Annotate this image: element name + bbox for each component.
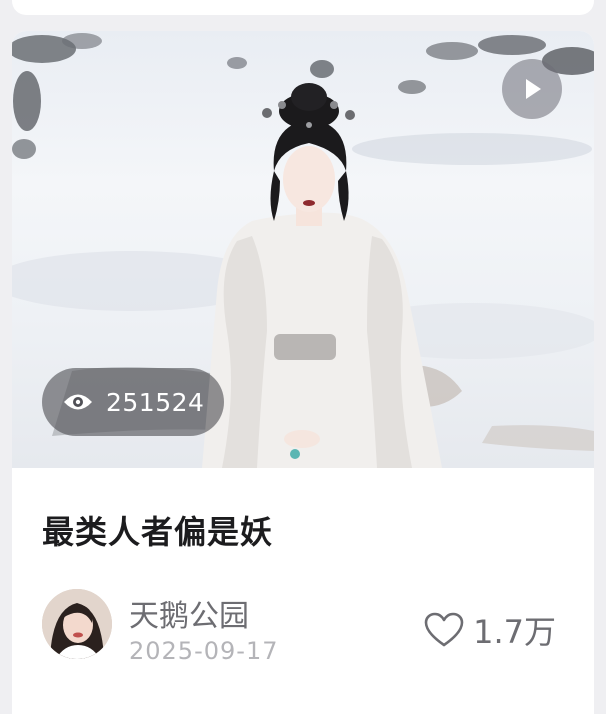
- like-count: 1.7万: [473, 613, 556, 651]
- eye-icon: [64, 394, 92, 410]
- like-button[interactable]: 1.7万: [423, 607, 556, 653]
- post-date: 2025-09-17: [129, 637, 279, 665]
- avatar-portrait: [42, 589, 112, 659]
- author-name[interactable]: 天鹅公园: [129, 591, 249, 635]
- post-title[interactable]: 最类人者偏是妖: [42, 507, 273, 553]
- author-avatar[interactable]: [42, 589, 112, 659]
- play-button[interactable]: [502, 59, 562, 119]
- view-count: 251524: [106, 387, 205, 417]
- play-icon: [526, 79, 541, 99]
- view-count-badge: 251524: [42, 368, 225, 436]
- video-post-card[interactable]: 251524 最类人者偏是妖 天鹅公园 2025-09-17 1.7万: [12, 31, 594, 714]
- previous-card[interactable]: [12, 0, 594, 15]
- video-cover-image[interactable]: 251524: [12, 31, 594, 468]
- heart-outline-icon: [424, 612, 464, 647]
